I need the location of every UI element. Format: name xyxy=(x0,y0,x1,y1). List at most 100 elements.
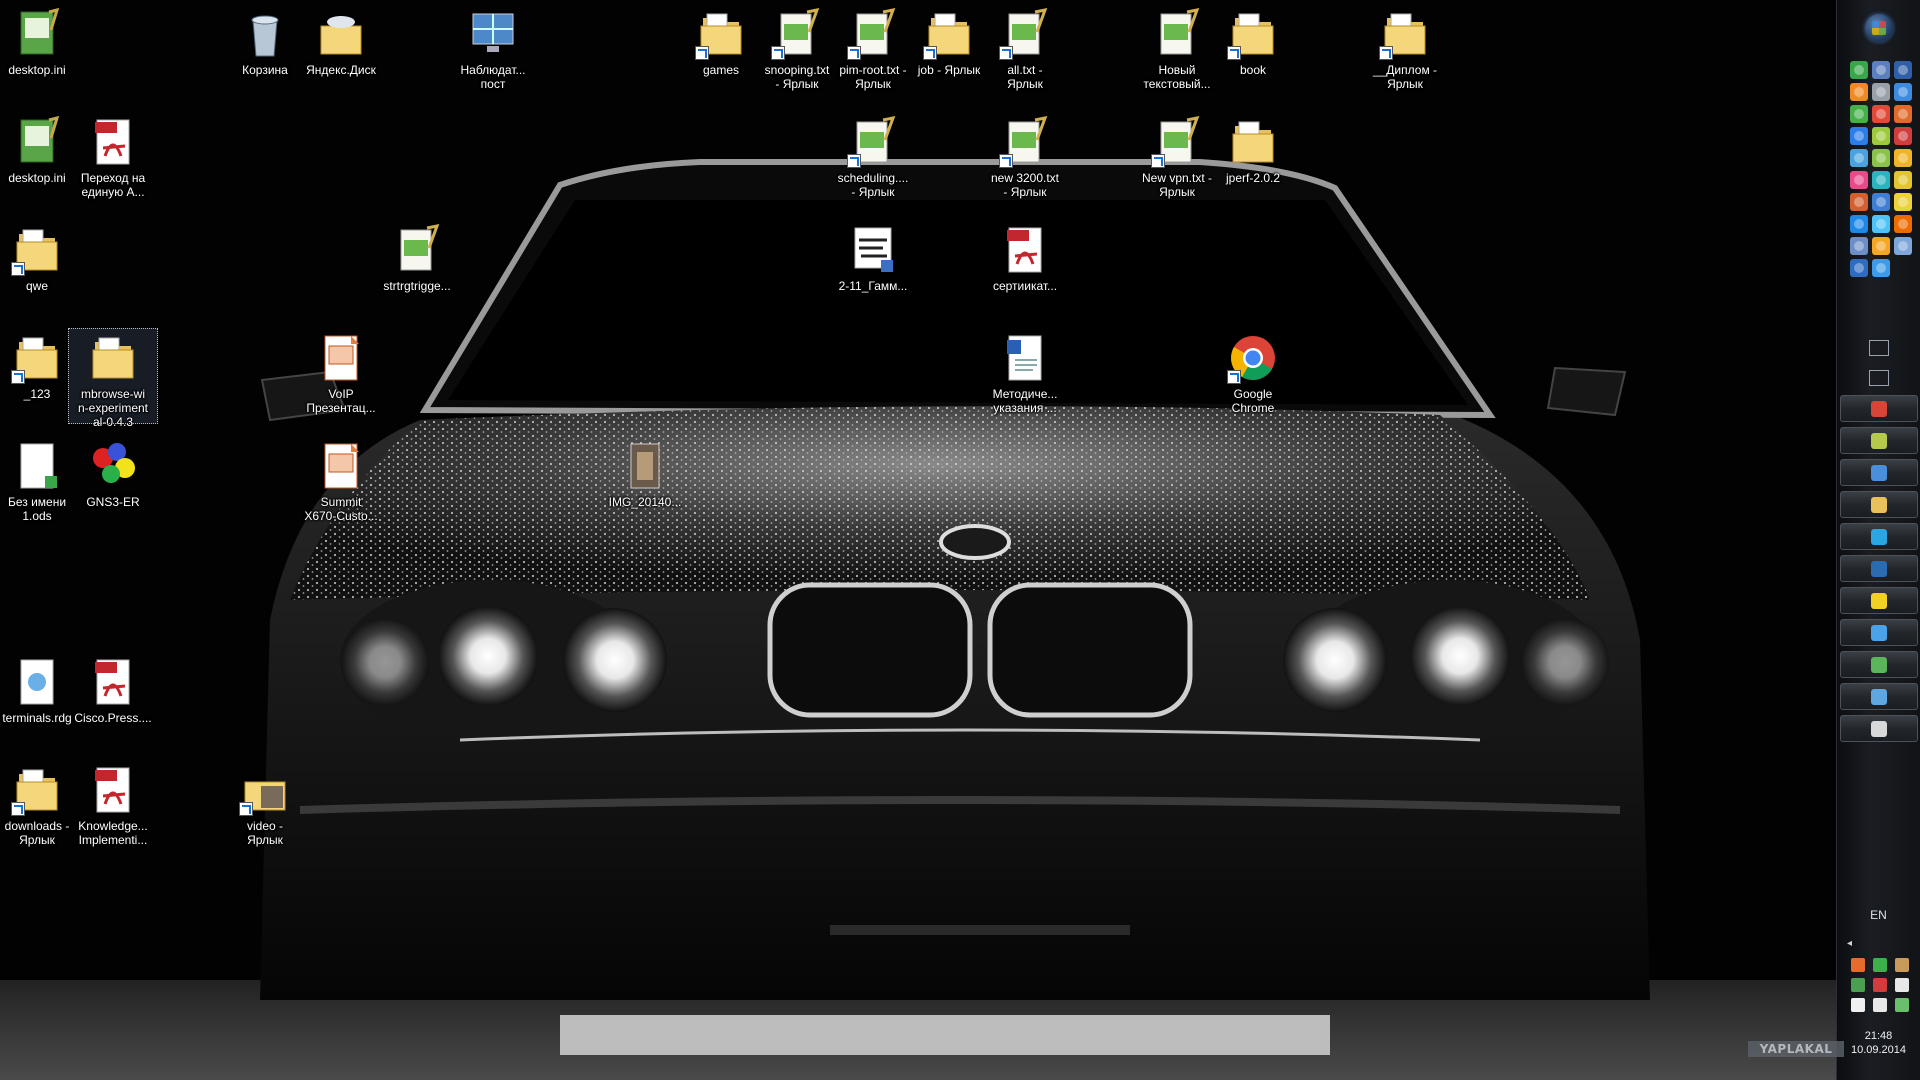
quick-launch-icon-13[interactable] xyxy=(1850,149,1868,167)
quick-launch-icon-25[interactable] xyxy=(1850,237,1868,255)
taskbar-button-notepad[interactable] xyxy=(1840,427,1918,454)
quick-launch-icon-9[interactable] xyxy=(1894,105,1912,123)
notepad-icon xyxy=(1151,116,1203,168)
desktop-icon-scheduling[interactable]: scheduling.... - Ярлык xyxy=(828,112,918,208)
quick-launch-icon-21[interactable] xyxy=(1894,193,1912,211)
desktop-icon-yandex-disk[interactable]: Яндекс.Диск xyxy=(296,4,386,100)
skype-icon xyxy=(1871,528,1887,545)
desktop-icon-gns3[interactable]: GNS3-ER xyxy=(68,436,158,532)
notepad-icon xyxy=(1151,8,1203,60)
desktop-icon-desktop-ini-1[interactable]: desktop.ini xyxy=(0,4,82,100)
desktop-icon-label: jperf-2.0.2 xyxy=(1225,171,1281,185)
desktop-icon-chrome[interactable]: Google Chrome xyxy=(1208,328,1298,424)
tray-expand-icon[interactable]: ◂ xyxy=(1847,938,1852,949)
desktop-icon-summit[interactable]: Summit X670-Custo... xyxy=(296,436,386,532)
tray-icon-8[interactable] xyxy=(1873,998,1887,1012)
quick-launch-icon-19[interactable] xyxy=(1850,193,1868,211)
quick-launch-icon-10[interactable] xyxy=(1850,127,1868,145)
quick-launch-icon-8[interactable] xyxy=(1872,105,1890,123)
quick-launch-icon-3[interactable] xyxy=(1894,61,1912,79)
quick-launch-icon-20[interactable] xyxy=(1872,193,1890,211)
quick-launch-icon-16[interactable] xyxy=(1850,171,1868,189)
taskbar-button-explorer[interactable] xyxy=(1840,491,1918,518)
desktop-icon-book[interactable]: book xyxy=(1208,4,1298,100)
tray-icon-5[interactable] xyxy=(1873,978,1887,992)
desktop-icon-label: video - Ярлык xyxy=(246,819,284,847)
desktop-icon-perehod[interactable]: Переход на единую А... xyxy=(68,112,158,208)
desktop-icon-diplom[interactable]: __Диплом - Ярлык xyxy=(1360,4,1450,100)
quick-launch-icon-7[interactable] xyxy=(1850,105,1868,123)
quick-launch-icon-1[interactable] xyxy=(1850,61,1868,79)
desktop-icon-sertifikat[interactable]: сертиикат... xyxy=(980,220,1070,316)
show-desktop-icon[interactable] xyxy=(1869,340,1889,356)
desktop-icon-voip[interactable]: VoIP Презентац... xyxy=(296,328,386,424)
tray-icon-7[interactable] xyxy=(1851,998,1865,1012)
quick-launch-icon-17[interactable] xyxy=(1872,171,1890,189)
quick-launch-icon-4[interactable] xyxy=(1850,83,1868,101)
start-button[interactable] xyxy=(1865,14,1893,42)
quick-launch-icon-6[interactable] xyxy=(1894,83,1912,101)
taskbar-button-remote-desktop[interactable] xyxy=(1840,683,1918,710)
quick-launch-icon-18[interactable] xyxy=(1894,171,1912,189)
desktop-icon-new3200[interactable]: new 3200.txt - Ярлык xyxy=(980,112,1070,208)
desktop-icon-jperf[interactable]: jperf-2.0.2 xyxy=(1208,112,1298,208)
desktop-icon-mbrowse[interactable]: mbrowse-wi n-experiment al-0.4.3 xyxy=(68,328,158,429)
quick-launch-icon-22[interactable] xyxy=(1850,215,1868,233)
desktop-icon-all-txt[interactable]: all.txt - Ярлык xyxy=(980,4,1070,100)
tray-icon-1[interactable] xyxy=(1851,958,1865,972)
desktop-icon-video[interactable]: video - Ярлык xyxy=(220,760,310,856)
desktop-icon-label: Cisco.Press.... xyxy=(74,711,152,725)
quick-launch-icon-14[interactable] xyxy=(1872,149,1890,167)
desktop-icon-label: new 3200.txt - Ярлык xyxy=(990,171,1060,199)
desktop-icon-strtrgtrigge[interactable]: strtrgtrigge... xyxy=(372,220,462,316)
desktop-icon-gamm[interactable]: 2-11_Гамм... xyxy=(828,220,918,316)
shortcut-arrow-icon xyxy=(11,262,25,276)
shortcut-arrow-icon xyxy=(771,46,785,60)
taskbar-button-skype[interactable] xyxy=(1840,523,1918,550)
taskbar-button-lightning-yellow[interactable] xyxy=(1840,587,1918,614)
shortcut-arrow-icon xyxy=(847,46,861,60)
desktop-icon-label: GNS3-ER xyxy=(86,495,140,509)
clock-date[interactable]: 10.09.2014 xyxy=(1837,1044,1920,1057)
yandex-icon xyxy=(315,8,367,60)
ini-icon xyxy=(11,116,63,168)
people-icon xyxy=(1871,656,1887,673)
tray-icon-4[interactable] xyxy=(1851,978,1865,992)
tray-icon-9[interactable] xyxy=(1895,998,1909,1012)
desktop-icon-qwe[interactable]: qwe xyxy=(0,220,82,316)
quick-launch-icon-12[interactable] xyxy=(1894,127,1912,145)
quick-launch-icon-26[interactable] xyxy=(1872,237,1890,255)
taskbar-button-chrome[interactable] xyxy=(1840,395,1918,422)
quick-launch-icon-15[interactable] xyxy=(1894,149,1912,167)
taskbar-button-network[interactable] xyxy=(1840,459,1918,486)
desktop-icon-metodich[interactable]: Методиче... указания ... xyxy=(980,328,1070,424)
taskbar-button-gns3[interactable] xyxy=(1840,715,1918,742)
desktop-icon-knowledge[interactable]: Knowledge... Implementi... xyxy=(68,760,158,856)
lightning-yellow-icon xyxy=(1871,592,1887,609)
quick-launch-icon-27[interactable] xyxy=(1894,237,1912,255)
desktop-icon-label: all.txt - Ярлык xyxy=(1007,63,1043,91)
video-icon xyxy=(239,764,291,816)
desktop-icon-img-2014[interactable]: IMG_20140... xyxy=(600,436,690,532)
tray-icon-6[interactable] xyxy=(1895,978,1909,992)
quick-launch-icon-2[interactable] xyxy=(1872,61,1890,79)
notepad-icon xyxy=(847,116,899,168)
quick-launch-icon-24[interactable] xyxy=(1894,215,1912,233)
lightning-blue-icon xyxy=(1871,624,1887,641)
notepad-icon xyxy=(391,224,443,276)
tray-icon-3[interactable] xyxy=(1895,958,1909,972)
clock-time[interactable]: 21:48 xyxy=(1837,1030,1920,1043)
taskbar-button-lightning-blue[interactable] xyxy=(1840,619,1918,646)
desktop-icon-cisco-press[interactable]: Cisco.Press.... xyxy=(68,652,158,748)
quick-launch-icon-11[interactable] xyxy=(1872,127,1890,145)
quick-launch-icon-5[interactable] xyxy=(1872,83,1890,101)
tray-icon-2[interactable] xyxy=(1873,958,1887,972)
taskbar-button-people[interactable] xyxy=(1840,651,1918,678)
quick-launch-icon-29[interactable] xyxy=(1872,259,1890,277)
taskbar-button-ps-console[interactable] xyxy=(1840,555,1918,582)
desktop-icon-nabludat[interactable]: Наблюдат... пост xyxy=(448,4,538,100)
quick-launch-icon-23[interactable] xyxy=(1872,215,1890,233)
command-prompt-icon[interactable] xyxy=(1869,370,1889,386)
language-indicator[interactable]: EN xyxy=(1837,908,1920,922)
quick-launch-icon-28[interactable] xyxy=(1850,259,1868,277)
